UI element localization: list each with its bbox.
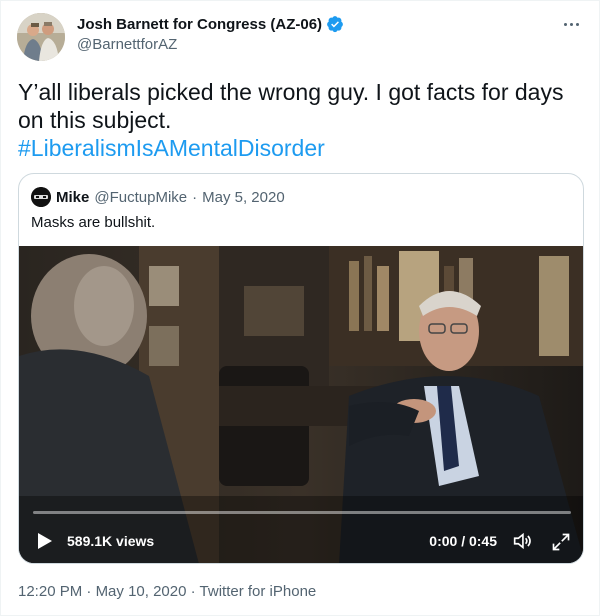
author-avatar[interactable] — [17, 13, 65, 61]
author-handle[interactable]: @BarnettforAZ — [77, 36, 344, 53]
tweet-source[interactable]: Twitter for iPhone — [200, 583, 317, 600]
quoted-tweet[interactable]: Mike @FuctupMike · May 5, 2020 Masks are… — [18, 173, 584, 564]
quoted-author-name[interactable]: Mike — [56, 189, 89, 206]
video-view-count: 589.1K views — [67, 533, 155, 549]
quoted-tweet-header: Mike @FuctupMike · May 5, 2020 — [31, 187, 285, 207]
tweet-text: Y’all liberals picked the wrong guy. I g… — [18, 79, 564, 133]
volume-icon[interactable] — [511, 530, 533, 552]
author-display-name[interactable]: Josh Barnett for Congress (AZ-06) — [77, 16, 322, 33]
video-time: 0:00 / 0:45 — [429, 533, 497, 549]
video-progress-bar[interactable] — [33, 511, 571, 514]
more-icon[interactable] — [559, 15, 583, 33]
quoted-author-handle[interactable]: @FuctupMike — [94, 189, 187, 206]
fullscreen-icon[interactable] — [551, 532, 571, 552]
quoted-separator: · — [192, 188, 198, 206]
tweet-card: Josh Barnett for Congress (AZ-06) @Barne… — [0, 0, 600, 616]
author-info: Josh Barnett for Congress (AZ-06) @Barne… — [77, 15, 344, 53]
meta-separator: · — [190, 583, 196, 600]
quoted-date[interactable]: May 5, 2020 — [202, 189, 285, 206]
quoted-author-avatar[interactable] — [31, 187, 51, 207]
quoted-text: Masks are bullshit. — [31, 214, 156, 231]
tweet-time[interactable]: 12:20 PM — [18, 583, 82, 600]
hashtag-link[interactable]: #LiberalismIsAMentalDisorder — [18, 134, 325, 162]
meta-separator: · — [86, 583, 92, 600]
tweet-date[interactable]: May 10, 2020 — [96, 583, 187, 600]
tweet-metadata: 12:20 PM · May 10, 2020 · Twitter for iP… — [18, 583, 316, 600]
video-player[interactable]: 589.1K views 0:00 / 0:45 — [19, 246, 583, 563]
verified-icon — [326, 15, 344, 33]
video-frame — [19, 246, 583, 563]
play-icon[interactable] — [37, 532, 53, 550]
